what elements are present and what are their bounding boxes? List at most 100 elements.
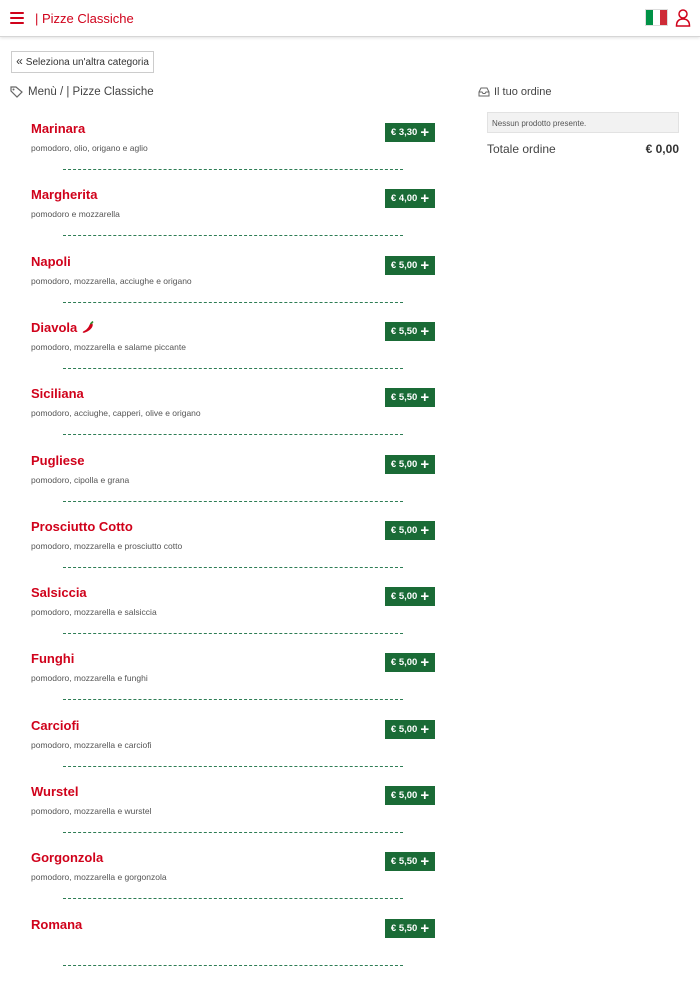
- inbox-icon: [478, 87, 490, 97]
- add-to-order-button[interactable]: € 5,50 +: [385, 852, 435, 871]
- menu-item: Marinara pomodoro, olio, origano e aglio €…: [0, 121, 460, 187]
- item-divider: [63, 567, 403, 568]
- page-title: | Pizze Classiche: [35, 11, 134, 26]
- add-to-order-button[interactable]: € 4,00 +: [385, 189, 435, 208]
- order-total-label: Totale ordine: [487, 142, 556, 156]
- item-divider: [63, 302, 403, 303]
- item-divider: [63, 832, 403, 833]
- menu-item-name: Carciofi: [31, 718, 79, 733]
- plus-icon: +: [420, 389, 430, 406]
- price-label: € 5,00: [390, 525, 418, 536]
- add-to-order-button[interactable]: € 5,00 +: [385, 653, 435, 672]
- price-label: € 5,00: [390, 260, 418, 271]
- item-divider: [63, 501, 403, 502]
- add-to-order-button[interactable]: € 5,00 +: [385, 720, 435, 739]
- add-to-order-button[interactable]: € 5,00 +: [385, 521, 435, 540]
- menu-item-name: Wurstel: [31, 784, 78, 799]
- item-divider: [63, 699, 403, 700]
- price-label: € 5,50: [390, 326, 418, 337]
- price-label: € 5,00: [390, 724, 418, 735]
- menu-item-name-text: Romana: [31, 917, 83, 932]
- price-label: € 5,50: [390, 392, 418, 403]
- menu-item-description: pomodoro, mozzarella e salsiccia: [31, 607, 157, 617]
- plus-icon: +: [420, 522, 430, 539]
- plus-icon: +: [420, 853, 430, 870]
- menu-item-name-text: Diavola: [31, 320, 78, 335]
- price-label: € 5,00: [390, 657, 418, 668]
- menu-item-name: Marinara: [31, 121, 85, 136]
- menu-item: Romana € 5,50 +: [0, 917, 460, 983]
- plus-icon: +: [420, 787, 430, 804]
- order-heading: Il tuo ordine: [478, 86, 551, 98]
- menu-item-name: Margherita: [31, 187, 97, 202]
- menu-item-name-text: Siciliana: [31, 386, 84, 401]
- menu-item-name: Diavola: [31, 320, 95, 335]
- item-divider: [63, 633, 403, 634]
- item-divider: [63, 898, 403, 899]
- order-title: Il tuo ordine: [494, 86, 552, 98]
- menu-item: Siciliana pomodoro, acciughe, capperi, ol…: [0, 386, 460, 452]
- item-divider: [63, 965, 403, 966]
- menu-item-name-text: Carciofi: [31, 718, 80, 733]
- menu-item-name: Prosciutto Cotto: [31, 519, 133, 534]
- select-category-button[interactable]: « Seleziona un'altra categoria: [11, 51, 154, 73]
- plus-icon: +: [420, 456, 430, 473]
- item-divider: [63, 169, 403, 170]
- menu-item: Salsiccia pomodoro, mozzarella e salsicci…: [0, 585, 460, 651]
- select-category-label: Seleziona un'altra categoria: [25, 56, 149, 68]
- menu-item-description: pomodoro, mozzarella e carciofi: [31, 740, 152, 750]
- order-empty-message: Nessun prodotto presente.: [487, 112, 679, 133]
- menu-item-description: pomodoro e mozzarella: [31, 209, 120, 219]
- menu-item: Wurstel pomodoro, mozzarella e wurstel € 5…: [0, 784, 460, 850]
- user-icon[interactable]: [675, 9, 691, 27]
- tag-icon: [10, 86, 23, 98]
- menu-item-name-text: Prosciutto Cotto: [31, 519, 133, 534]
- plus-icon: +: [420, 190, 430, 207]
- menu-item-name: Napoli: [31, 254, 71, 269]
- menu-item-name-text: Gorgonzola: [31, 850, 104, 865]
- plus-icon: +: [420, 588, 430, 605]
- menu-item: Prosciutto Cotto pomodoro, mozzarella e p…: [0, 519, 460, 585]
- add-to-order-button[interactable]: € 5,00 +: [385, 786, 435, 805]
- hamburger-menu-icon[interactable]: [10, 12, 24, 24]
- menu-item-name-text: Wurstel: [31, 784, 79, 799]
- menu-item-description: pomodoro, acciughe, capperi, olive e ori…: [31, 408, 201, 418]
- menu-item-name: Romana: [31, 917, 82, 932]
- menu-item-description: pomodoro, olio, origano e aglio: [31, 143, 148, 153]
- plus-icon: +: [420, 721, 430, 738]
- menu-item-name: Funghi: [31, 651, 74, 666]
- add-to-order-button[interactable]: € 3,30 +: [385, 123, 435, 142]
- menu-item-name-text: Funghi: [31, 651, 75, 666]
- add-to-order-button[interactable]: € 5,50 +: [385, 388, 435, 407]
- plus-icon: +: [420, 124, 430, 141]
- item-divider: [63, 235, 403, 236]
- item-divider: [63, 766, 403, 767]
- menu-item-description: pomodoro, cipolla e grana: [31, 475, 130, 485]
- breadcrumb-text: Menù / | Pizze Classiche: [28, 86, 154, 98]
- menu-item-description: pomodoro, mozzarella e gorgonzola: [31, 872, 167, 882]
- breadcrumb: Menù / | Pizze Classiche: [10, 86, 154, 98]
- price-label: € 5,00: [390, 459, 418, 470]
- add-to-order-button[interactable]: € 5,50 +: [385, 322, 435, 341]
- menu-item-name: Pugliese: [31, 453, 84, 468]
- price-label: € 4,00: [390, 193, 418, 204]
- menu-item: Napoli pomodoro, mozzarella, acciughe e o…: [0, 254, 460, 320]
- order-total-value: € 0,00: [645, 142, 679, 156]
- menu-item: Carciofi pomodoro, mozzarella e carciofi €…: [0, 718, 460, 784]
- italian-flag-icon[interactable]: [646, 10, 667, 25]
- menu-item-description: pomodoro, mozzarella e salame piccante: [31, 342, 186, 352]
- add-to-order-button[interactable]: € 5,00 +: [385, 455, 435, 474]
- menu-item-name-text: Margherita: [31, 187, 98, 202]
- menu-item-name: Siciliana: [31, 386, 84, 401]
- menu-item-name: Gorgonzola: [31, 850, 103, 865]
- item-divider: [63, 368, 403, 369]
- menu-item: Gorgonzola pomodoro, mozzarella e gorgonz…: [0, 850, 460, 916]
- add-to-order-button[interactable]: € 5,00 +: [385, 587, 435, 606]
- chili-pepper-icon: [83, 321, 94, 333]
- add-to-order-button[interactable]: € 5,00 +: [385, 256, 435, 275]
- menu-item-description: pomodoro, mozzarella, acciughe e origano: [31, 276, 192, 286]
- menu-item-description: pomodoro, mozzarella e prosciutto cotto: [31, 541, 183, 551]
- menu-item-name: Salsiccia: [31, 585, 87, 600]
- price-label: € 3,30: [390, 127, 418, 138]
- add-to-order-button[interactable]: € 5,50 +: [385, 919, 435, 938]
